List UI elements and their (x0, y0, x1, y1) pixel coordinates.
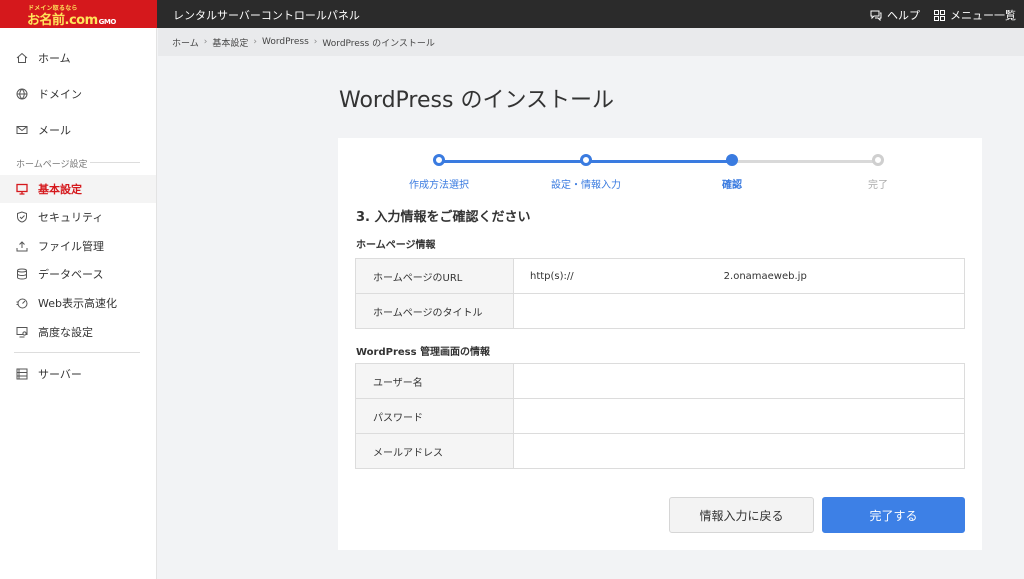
sidebar-item-file-manager[interactable]: ファイル管理 (0, 232, 156, 260)
chevron-right-icon: › (253, 37, 257, 47)
install-card: 作成方法選択 設定・情報入力 確認 完了 3. 入力情報をご確認ください ホーム… (338, 138, 982, 550)
step-4-label: 完了 (868, 180, 888, 191)
breadcrumb: ホーム › 基本設定 › WordPress › WordPress のインスト… (158, 28, 1024, 56)
step-1-dot (433, 154, 445, 166)
sidebar-item-label: ドメイン (38, 88, 82, 101)
complete-button[interactable]: 完了する (822, 497, 965, 533)
speed-icon (16, 298, 28, 309)
confirm-heading: 3. 入力情報をご確認ください (356, 210, 531, 225)
table-row: パスワード (355, 398, 965, 434)
breadcrumb-basic-settings[interactable]: 基本設定 (212, 36, 248, 49)
sidebar-item-label: ファイル管理 (38, 240, 104, 253)
table-row: ユーザー名 (355, 363, 965, 399)
chat-icon (870, 10, 882, 21)
help-label: ヘルプ (887, 9, 920, 22)
upload-icon (16, 241, 28, 252)
table-row: メールアドレス (355, 433, 965, 469)
step-connector (734, 160, 878, 163)
homepage-url-label: ホームページのURL (355, 258, 514, 294)
chevron-right-icon: › (313, 37, 318, 47)
username-value (513, 363, 965, 399)
breadcrumb-home[interactable]: ホーム (172, 36, 199, 49)
database-icon (17, 268, 27, 280)
grid-icon (934, 9, 945, 21)
sidebar-item-mail[interactable]: メール (0, 116, 156, 144)
step-4-dot (872, 154, 884, 166)
sidebar-item-domain[interactable]: ドメイン (0, 80, 156, 108)
top-bar: ドメイン取るなら お名前.comGMO レンタルサーバーコントロールパネル ヘル… (0, 0, 1024, 28)
sidebar-item-label: メール (38, 124, 71, 137)
sidebar-item-home[interactable]: ホーム (0, 44, 156, 72)
homepage-info-table: ホームページのURL http(s)://2.onamaeweb.jp ホームペ… (355, 258, 965, 329)
step-1-label: 作成方法選択 (409, 180, 469, 191)
sidebar-item-label: サーバー (38, 368, 82, 381)
admin-info-table: ユーザー名 パスワード メールアドレス (355, 363, 965, 469)
back-to-input-button[interactable]: 情報入力に戻る (669, 497, 814, 533)
password-value (513, 398, 965, 434)
password-label: パスワード (355, 398, 514, 434)
step-2-label: 設定・情報入力 (551, 180, 621, 191)
breadcrumb-wordpress[interactable]: WordPress (262, 37, 309, 47)
sidebar-item-server[interactable]: サーバー (0, 360, 156, 388)
sidebar-item-web-speedup[interactable]: Web表示高速化 (0, 289, 156, 317)
shield-icon (17, 211, 27, 223)
sidebar-item-basic-settings[interactable]: 基本設定 (0, 175, 156, 203)
username-label: ユーザー名 (355, 363, 514, 399)
table-row: ホームページのタイトル (355, 293, 965, 329)
step-3-label: 確認 (722, 180, 742, 191)
monitor-icon (16, 183, 28, 195)
home-icon (16, 52, 28, 63)
breadcrumb-current: WordPress のインストール (322, 38, 435, 49)
sidebar-divider (14, 352, 140, 353)
sidebar-item-label: セキュリティ (38, 211, 104, 224)
logo-text: お名前.comGMO (27, 13, 116, 28)
app-title: レンタルサーバーコントロールパネル (173, 9, 360, 22)
step-connector (442, 160, 586, 163)
help-link[interactable]: ヘルプ (870, 7, 920, 23)
page-title: WordPress のインストール (339, 88, 615, 113)
sidebar-item-label: ホーム (38, 52, 71, 65)
step-connector (588, 160, 732, 163)
sidebar-item-label: 基本設定 (38, 183, 82, 196)
server-icon (16, 368, 28, 380)
sidebar-section-label: ホームページ設定 (16, 160, 88, 170)
chevron-right-icon: › (203, 37, 208, 47)
email-value (513, 433, 965, 469)
sidebar: ホーム ドメイン メール ホームページ設定 基本設定 セキュリティ ファイル管理… (0, 28, 157, 579)
sidebar-item-label: データベース (38, 268, 104, 281)
homepage-url-value: http(s)://2.onamaeweb.jp (513, 258, 965, 294)
email-label: メールアドレス (355, 433, 514, 469)
globe-icon (16, 88, 28, 100)
table-row: ホームページのURL http(s)://2.onamaeweb.jp (355, 258, 965, 294)
homepage-title-label: ホームページのタイトル (355, 293, 514, 329)
onamae-logo[interactable]: ドメイン取るなら お名前.comGMO (0, 0, 157, 28)
sidebar-item-advanced-settings[interactable]: 高度な設定 (0, 318, 156, 346)
sidebar-item-security[interactable]: セキュリティ (0, 203, 156, 231)
admin-info-heading: WordPress 管理画面の情報 (356, 347, 491, 358)
menu-list-button[interactable]: メニュー一覧 (934, 7, 1016, 23)
sidebar-item-database[interactable]: データベース (0, 260, 156, 288)
mail-icon (16, 126, 28, 134)
section-divider (90, 162, 140, 163)
step-3-dot (726, 154, 738, 166)
menu-label: メニュー一覧 (950, 9, 1016, 22)
settings-monitor-icon (16, 327, 28, 338)
homepage-info-heading: ホームページ情報 (356, 240, 436, 251)
sidebar-item-label: 高度な設定 (38, 326, 93, 339)
homepage-title-value (513, 293, 965, 329)
sidebar-item-label: Web表示高速化 (38, 297, 117, 310)
step-2-dot (580, 154, 592, 166)
